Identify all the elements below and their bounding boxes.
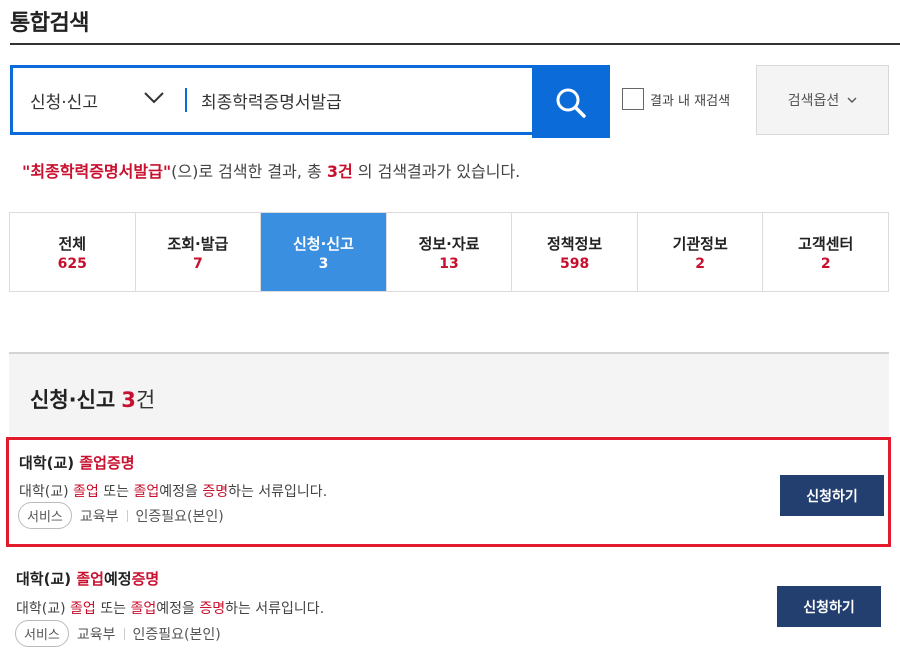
category-tabs: 전체 625 조회·발급 7 신청·신고 3 정보·자료 13 정책정보 598… — [9, 212, 889, 292]
search-options-label: 검색옵션 — [787, 93, 840, 109]
summary-count: 3건 — [326, 162, 353, 181]
desc-text: 또는 — [98, 484, 134, 500]
search-input[interactable]: 최종학력증명서발급 — [201, 88, 532, 113]
result-title[interactable]: 대학(교) 졸업예정증명 — [16, 568, 159, 589]
tab-label: 신청·신고 — [292, 234, 354, 253]
recheck-checkbox[interactable] — [622, 88, 644, 110]
service-badge: 서비스 — [15, 620, 69, 647]
result-title[interactable]: 대학(교) 졸업증명 — [19, 452, 135, 473]
result-title-highlight: 증명 — [131, 570, 160, 588]
tab-info-data[interactable]: 정보·자료 13 — [387, 213, 513, 291]
tab-count: 7 — [192, 255, 203, 272]
section-count: 3 — [121, 388, 136, 412]
section-count-unit: 건 — [135, 388, 156, 412]
summary-keyword: "최종학력증명서발급" — [22, 162, 172, 181]
tab-label: 고객센터 — [798, 234, 854, 253]
apply-button[interactable]: 신청하기 — [780, 475, 884, 516]
search-icon — [556, 88, 586, 118]
tab-customer-center[interactable]: 고객센터 2 — [763, 213, 888, 291]
recheck-option[interactable]: 결과 내 재검색 — [622, 88, 730, 110]
tab-label: 기관정보 — [672, 234, 728, 253]
result-meta: 서비스 교육부 인증필요(본인) — [15, 620, 221, 647]
chevron-down-icon — [847, 97, 857, 103]
result-title-text: 예정 — [103, 570, 132, 588]
desc-highlight: 졸업 — [133, 484, 160, 500]
search-options-button[interactable]: 검색옵션 — [756, 65, 889, 135]
tab-all[interactable]: 전체 625 — [10, 213, 136, 291]
tab-count: 2 — [695, 255, 706, 272]
desc-highlight: 졸업 — [70, 601, 96, 617]
page-title: 통합검색 — [10, 11, 89, 36]
search-button[interactable] — [532, 68, 610, 138]
result-item: 대학(교) 졸업예정증명 대학(교) 졸업 또는 졸업예정을 증명하는 서류입니… — [6, 552, 891, 656]
desc-text: 대학(교) — [19, 484, 74, 500]
tab-label: 조회·발급 — [167, 234, 229, 253]
tab-count: 598 — [559, 255, 590, 272]
tab-count: 625 — [57, 255, 87, 272]
desc-highlight: 증명 — [199, 601, 226, 617]
tab-count: 3 — [318, 255, 329, 272]
apply-button[interactable]: 신청하기 — [777, 586, 881, 627]
meta-separator — [123, 627, 125, 640]
result-title-text: 대학(교) — [19, 454, 80, 472]
desc-highlight: 졸업 — [130, 601, 157, 617]
desc-text: 예정을 — [156, 601, 200, 617]
tab-count: 13 — [439, 255, 459, 272]
tab-label: 전체 — [58, 234, 87, 253]
result-title-highlight: 졸업증명 — [79, 454, 135, 472]
result-org: 교육부 — [76, 626, 116, 643]
result-item: 대학(교) 졸업증명 대학(교) 졸업 또는 졸업예정을 증명하는 서류입니다.… — [6, 437, 891, 547]
tab-policy-info[interactable]: 정책정보 598 — [512, 213, 638, 291]
category-select-value: 신청·신고 — [30, 92, 98, 113]
result-meta: 서비스 교육부 인증필요(본인) — [18, 502, 224, 529]
search-divider — [185, 88, 187, 112]
tab-apply-report[interactable]: 신청·신고 3 — [261, 213, 387, 291]
title-divider — [10, 43, 900, 45]
tab-label: 정보·자료 — [418, 234, 480, 253]
summary-text-2: 의 검색결과가 있습니다. — [352, 162, 521, 181]
desc-text: 예정을 — [159, 484, 203, 500]
result-summary: "최종학력증명서발급"(으)로 검색한 결과, 총 3건 의 검색결과가 있습니… — [22, 158, 520, 182]
desc-text: 하는 서류입니다. — [228, 484, 328, 500]
desc-text: 또는 — [95, 601, 131, 617]
desc-text: 대학(교) — [16, 601, 71, 617]
tab-label: 정책정보 — [547, 234, 603, 253]
result-title-highlight: 졸업 — [76, 570, 104, 588]
desc-text: 하는 서류입니다. — [225, 601, 325, 617]
result-org: 교육부 — [79, 508, 119, 525]
desc-highlight: 졸업 — [73, 484, 99, 500]
desc-highlight: 증명 — [202, 484, 229, 500]
tab-count: 2 — [820, 255, 831, 272]
summary-text-1: (으)로 검색한 결과, 총 — [171, 162, 327, 181]
result-description: 대학(교) 졸업 또는 졸업예정을 증명하는 서류입니다. — [16, 598, 324, 618]
result-description: 대학(교) 졸업 또는 졸업예정을 증명하는 서류입니다. — [19, 481, 327, 501]
tab-lookup-issue[interactable]: 조회·발급 7 — [136, 213, 262, 291]
recheck-label: 결과 내 재검색 — [650, 93, 731, 109]
service-badge: 서비스 — [18, 502, 72, 529]
result-title-text: 대학(교) — [16, 570, 77, 588]
section-header: 신청·신고 3건 — [9, 352, 889, 436]
chevron-down-icon — [144, 92, 164, 104]
search-box: 신청·신고 최종학력증명서발급 — [10, 65, 610, 138]
result-auth: 인증필요(본인) — [135, 508, 224, 525]
category-select[interactable]: 신청·신고 — [13, 68, 185, 132]
result-auth: 인증필요(본인) — [132, 626, 221, 643]
meta-separator — [126, 509, 128, 522]
section-title: 신청·신고 3건 — [30, 384, 155, 414]
tab-agency-info[interactable]: 기관정보 2 — [638, 213, 764, 291]
section-title-label: 신청·신고 — [30, 388, 116, 412]
